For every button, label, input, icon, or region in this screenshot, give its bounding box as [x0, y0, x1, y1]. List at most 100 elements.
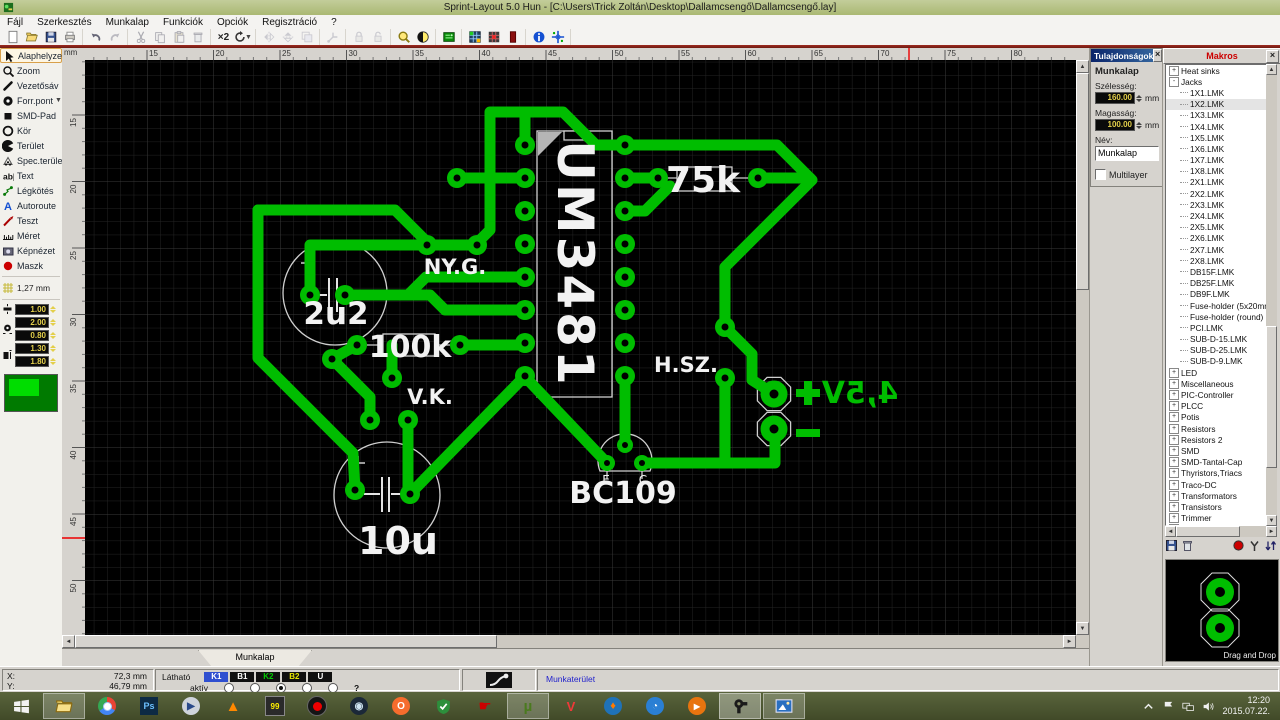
menu-munkalap[interactable]: Munkalap — [99, 17, 156, 28]
taskbar-red-hand-tool[interactable]: ☛ — [464, 692, 506, 720]
tree-expander-icon[interactable]: + — [1169, 390, 1179, 400]
taskbar-flame-app[interactable]: ♦ — [592, 692, 634, 720]
macro-tree-vscrollbar[interactable]: ▲ ▼ — [1266, 64, 1277, 524]
contrast-button[interactable] — [413, 30, 432, 45]
grid-settings-button[interactable] — [465, 30, 484, 45]
info-button[interactable] — [529, 30, 548, 45]
tree-expander-icon[interactable]: + — [1169, 480, 1179, 490]
layer-visible-k2[interactable]: K2 — [256, 672, 280, 682]
macro-item[interactable]: DB15F.LMK — [1166, 266, 1267, 277]
macro-item[interactable]: 2X6.LMK — [1166, 233, 1267, 244]
taskbar-chrome[interactable] — [86, 692, 128, 720]
width-field[interactable]: 160.00 mm — [1095, 92, 1163, 104]
tree-expander-icon[interactable]: + — [1169, 502, 1179, 512]
taskbar-antivirus[interactable] — [422, 692, 464, 720]
save-macro-button[interactable] — [1165, 539, 1178, 557]
macro-item[interactable]: 2X2.LMK — [1166, 188, 1267, 199]
taskbar-origin[interactable]: O — [380, 692, 422, 720]
redo-button[interactable] — [105, 30, 124, 45]
board-view-button[interactable] — [439, 30, 458, 45]
tool-mask[interactable]: Maszk — [0, 258, 62, 273]
ratsnest-button[interactable] — [503, 30, 522, 45]
tool-text[interactable]: ab|Text — [0, 168, 62, 183]
macro-item[interactable]: +Transformators — [1166, 490, 1267, 501]
volume-icon[interactable] — [1202, 700, 1215, 713]
tree-expander-icon[interactable]: + — [1169, 513, 1179, 523]
macro-item[interactable]: 1X5.LMK — [1166, 132, 1267, 143]
tree-expander-icon[interactable]: + — [1169, 491, 1179, 501]
macro-item[interactable]: +LED — [1166, 367, 1267, 378]
mirror-horizontal-button[interactable] — [259, 30, 278, 45]
macro-item[interactable]: 2X3.LMK — [1166, 199, 1267, 210]
taskbar-record-tool[interactable] — [296, 692, 338, 720]
taskbar-audio-player[interactable]: ▶ — [676, 692, 718, 720]
taskbar-blue-app[interactable]: ◔ — [634, 692, 676, 720]
height-field[interactable]: 100.00 mm — [1095, 119, 1163, 131]
cut-button[interactable] — [131, 30, 150, 45]
pad-outer-field[interactable]: 2.00 — [15, 317, 57, 328]
tree-expander-icon[interactable]: + — [1169, 424, 1179, 434]
taskbar-file-explorer[interactable] — [43, 693, 85, 719]
macro-item[interactable]: SUB-D-9.LMK — [1166, 356, 1267, 367]
macro-item[interactable]: 1X1.LMK — [1166, 87, 1267, 98]
hidden-icons-chevron[interactable] — [1142, 700, 1155, 713]
layer-visible-k1[interactable]: K1 — [204, 672, 228, 682]
smd-width-field[interactable]: 1.30 — [15, 343, 57, 354]
properties-title-bar[interactable]: Tulajdonságok × — [1091, 49, 1163, 62]
macro-item[interactable]: +Heat sinks — [1166, 65, 1267, 76]
track-width-field[interactable]: 1.00 — [15, 304, 57, 315]
tool-track[interactable]: Vezetősáv — [0, 78, 62, 93]
wire-fork-button[interactable] — [1248, 539, 1261, 557]
macro-item[interactable]: 1X6.LMK — [1166, 143, 1267, 154]
macro-item[interactable]: 2X1.LMK — [1166, 177, 1267, 188]
record-dot-button[interactable] — [1232, 539, 1245, 557]
tool-smd[interactable]: SMD-Pad — [0, 108, 62, 123]
taskbar-utorrent[interactable]: µ — [507, 693, 549, 719]
name-input[interactable]: Munkalap — [1095, 146, 1159, 161]
macro-item[interactable]: +Resistors — [1166, 423, 1267, 434]
tool-airwire[interactable]: Légkötés — [0, 183, 62, 198]
macro-item[interactable]: 1X2.LMK — [1166, 99, 1267, 110]
layer-visible-u[interactable]: U — [308, 672, 332, 682]
vertical-scrollbar[interactable]: ▲ ▼ — [1076, 60, 1089, 648]
close-icon[interactable]: × — [1153, 49, 1162, 62]
macro-item[interactable]: 2X8.LMK — [1166, 255, 1267, 266]
grid-setting-button[interactable]: 1,27 mm — [0, 280, 62, 296]
tree-expander-icon[interactable]: + — [1169, 401, 1179, 411]
taskbar-image-viewer[interactable] — [763, 693, 805, 719]
tree-expander-icon[interactable]: + — [1169, 435, 1179, 445]
tool-area[interactable]: Terület — [0, 138, 62, 153]
multilayer-checkbox[interactable]: Multilayer — [1095, 169, 1163, 180]
macro-item[interactable]: +Potis — [1166, 412, 1267, 423]
macro-item[interactable]: DB9F.LMK — [1166, 289, 1267, 300]
tool-autoroute[interactable]: AAutoroute — [0, 198, 62, 213]
macro-item[interactable]: +Resistors 2 — [1166, 434, 1267, 445]
taskbar-sprint-layout[interactable] — [719, 693, 761, 719]
zoom-button[interactable] — [394, 30, 413, 45]
macro-item[interactable]: DB25F.LMK — [1166, 278, 1267, 289]
paste-button[interactable] — [169, 30, 188, 45]
macro-item[interactable]: 2X5.LMK — [1166, 222, 1267, 233]
delete-macro-button[interactable] — [1181, 539, 1194, 557]
macro-item[interactable]: +Thyristors,Triacs — [1166, 468, 1267, 479]
macro-item[interactable]: +Transistors — [1166, 501, 1267, 512]
taskbar-steam[interactable]: ◉ — [338, 692, 380, 720]
macro-item[interactable]: SUB-D-25.LMK — [1166, 345, 1267, 356]
new-document-button[interactable] — [3, 30, 22, 45]
macro-item[interactable]: -Jacks — [1166, 76, 1267, 87]
pad-drill-field[interactable]: 0.80 — [15, 330, 57, 341]
macro-item[interactable]: Fuse-holder (round) F — [1166, 311, 1267, 322]
macro-preview[interactable]: Drag and Drop — [1165, 559, 1279, 662]
macro-item[interactable]: 1X4.LMK — [1166, 121, 1267, 132]
macro-item[interactable]: +Miscellaneous — [1166, 378, 1267, 389]
tool-circle[interactable]: Kör — [0, 123, 62, 138]
sort-order-button[interactable] — [1264, 539, 1277, 557]
macro-item[interactable]: +SMD — [1166, 445, 1267, 456]
footprint-button[interactable] — [323, 30, 342, 45]
taskbar-vivaldi[interactable]: V — [550, 692, 592, 720]
network-icon[interactable] — [1182, 700, 1195, 713]
macro-item[interactable]: +PIC-Controller — [1166, 389, 1267, 400]
taskbar-start-button[interactable] — [0, 692, 42, 720]
mirror-vertical-button[interactable] — [278, 30, 297, 45]
horizontal-scrollbar[interactable]: ◄ ► — [62, 635, 1076, 648]
